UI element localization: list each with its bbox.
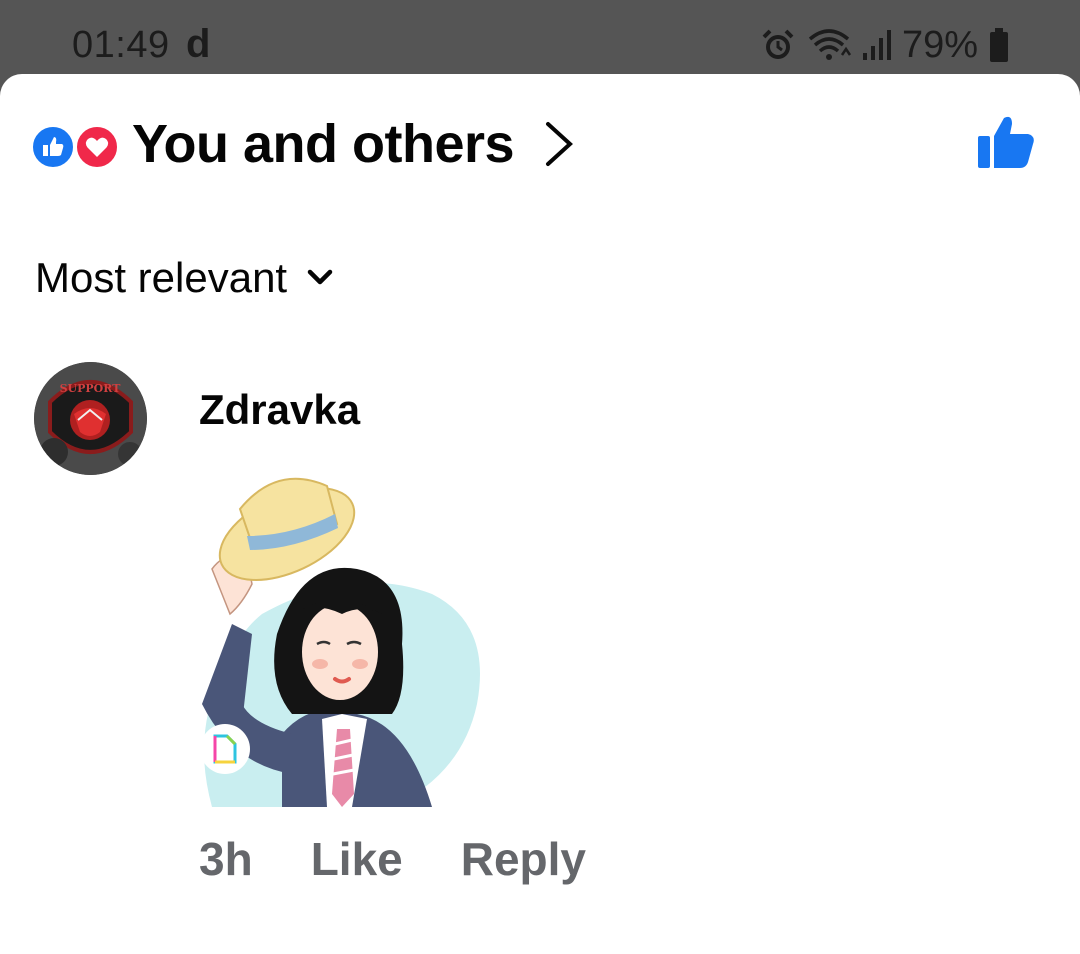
like-button[interactable]: Like: [311, 832, 403, 886]
reaction-icons: [30, 120, 124, 170]
gif-badge-icon: [200, 724, 250, 774]
status-bar: 01:49 d 79%: [0, 0, 1080, 76]
reactions-header[interactable]: You and others: [30, 114, 574, 174]
love-reaction-icon: [74, 124, 120, 170]
like-reaction-icon: [30, 124, 76, 170]
wifi-icon: [808, 29, 851, 60]
chevron-down-icon: [307, 269, 333, 287]
reply-button[interactable]: Reply: [461, 832, 586, 886]
comment-timestamp[interactable]: 3h: [199, 832, 253, 886]
chevron-right-icon[interactable]: [544, 120, 574, 168]
comment-actions: 3h Like Reply: [199, 832, 586, 886]
status-time: 01:49: [72, 24, 170, 66]
comment-author[interactable]: Zdravka: [199, 386, 360, 434]
reactions-sheet: You and others Most relevant SUPPORT Zdr…: [0, 74, 1080, 954]
status-icons: 79%: [760, 22, 1010, 68]
sort-dropdown[interactable]: Most relevant: [35, 254, 333, 302]
thumbs-up-icon[interactable]: [976, 114, 1036, 175]
battery-icon: [990, 28, 1008, 62]
alarm-icon: [762, 29, 794, 59]
signal-icon: [862, 30, 891, 60]
avatar-text: SUPPORT: [60, 382, 122, 395]
reactions-summary-title[interactable]: You and others: [132, 113, 515, 175]
notification-icon: d: [186, 22, 211, 66]
sort-label: Most relevant: [35, 254, 288, 301]
avatar[interactable]: SUPPORT: [34, 362, 147, 475]
battery-percent: 79%: [901, 23, 978, 66]
